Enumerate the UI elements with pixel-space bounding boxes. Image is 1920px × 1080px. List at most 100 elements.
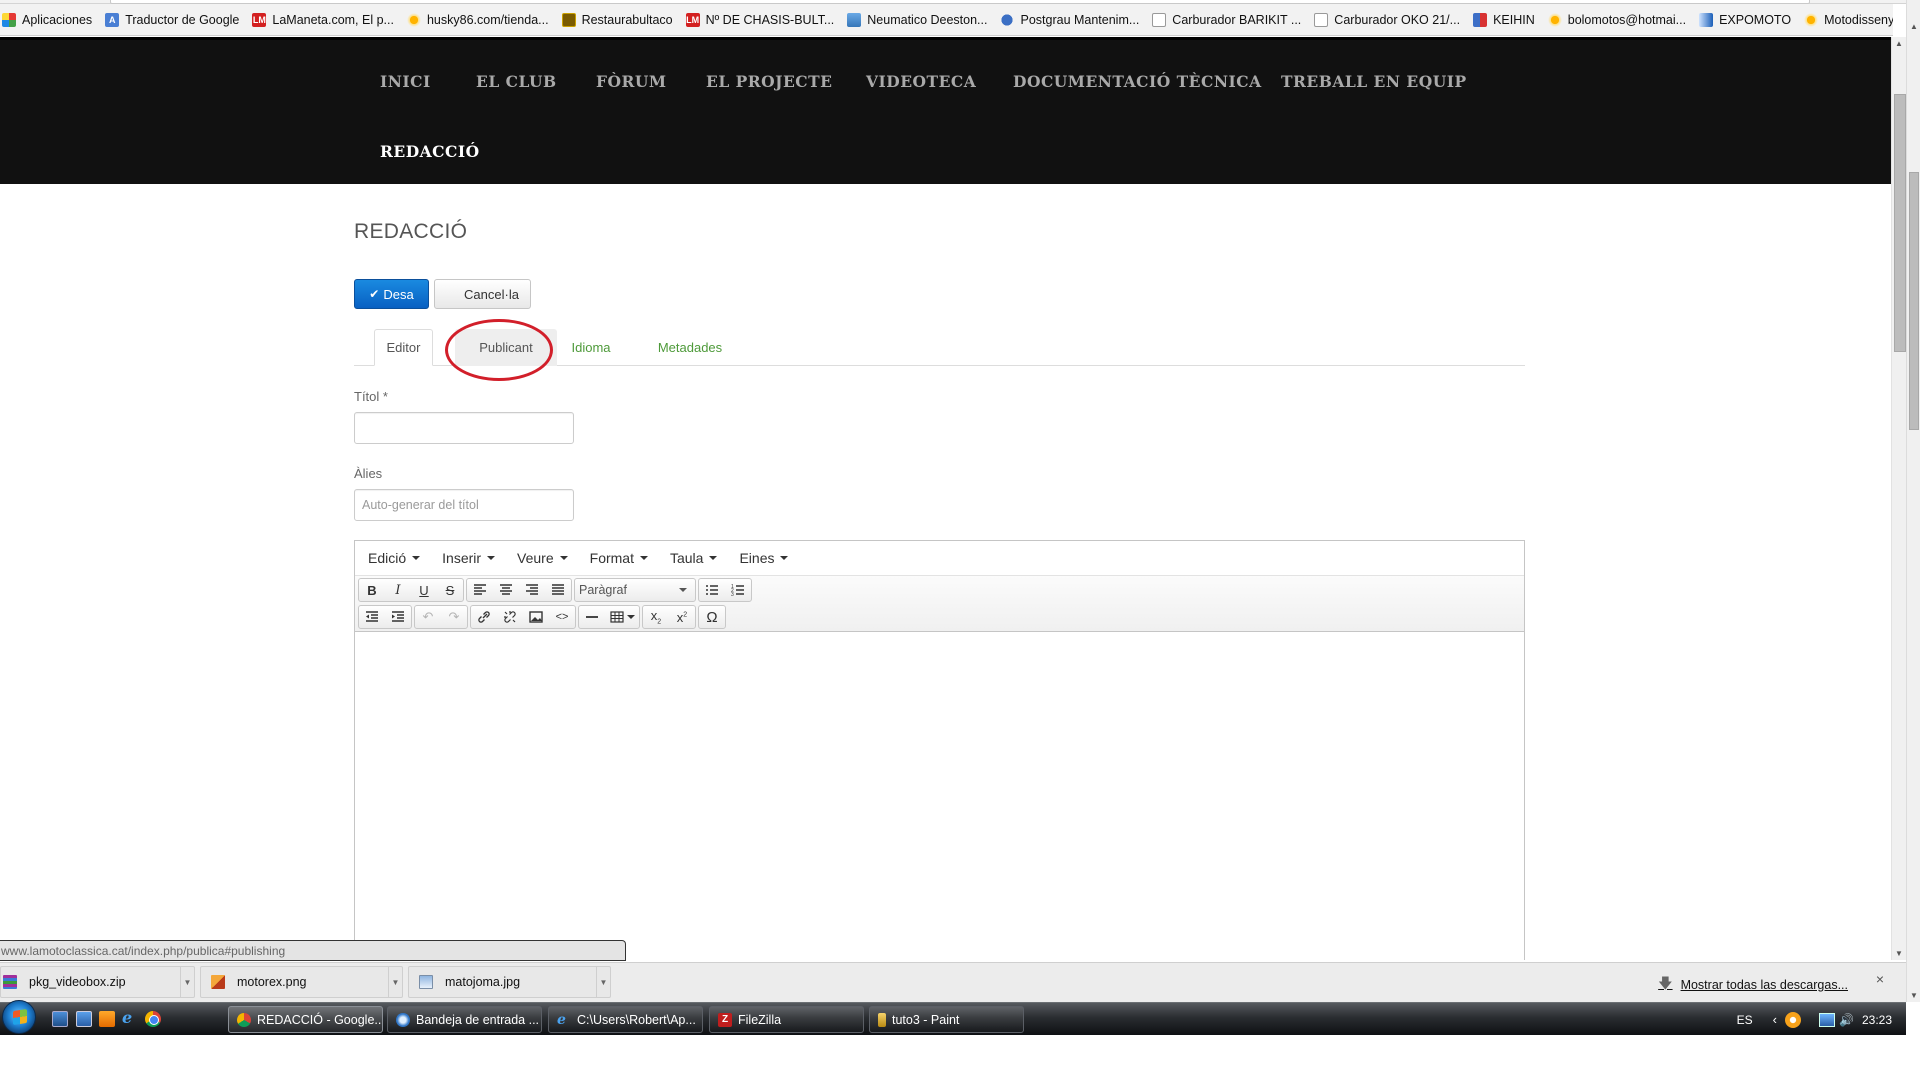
download-menu-arrow-icon[interactable]: ▼ [388, 967, 402, 997]
scroll-down-arrow-icon[interactable]: ▼ [1895, 949, 1903, 958]
strikethrough-button[interactable]: S [437, 579, 463, 601]
redo-button[interactable]: ↷ [441, 606, 467, 628]
align-center-button[interactable] [493, 579, 519, 601]
table-button[interactable] [605, 606, 639, 628]
show-desktop-icon[interactable] [52, 1011, 68, 1027]
download-menu-arrow-icon[interactable]: ▼ [180, 967, 194, 997]
tab-idioma[interactable]: Idioma [560, 329, 622, 366]
nav-item-el-projecte[interactable]: EL PROJECTE [706, 72, 832, 91]
media-player-icon[interactable] [99, 1011, 115, 1027]
numbered-list-button[interactable]: 123 [725, 579, 751, 601]
horizontal-rule-button[interactable] [579, 606, 605, 628]
nav-item-redaccio[interactable]: REDACCIÓ [380, 142, 480, 161]
nav-item-documentacio-tecnica[interactable]: DOCUMENTACIÓ TÈCNICA [1013, 72, 1262, 91]
show-hidden-icons-chevron-icon[interactable]: ‹ [1773, 1012, 1777, 1027]
bookmark-chasis[interactable]: LM Nº DE CHASIS-BULT... [685, 12, 834, 27]
chrome-icon[interactable] [145, 1011, 161, 1027]
tab-editor[interactable]: Editor [374, 329, 433, 366]
taskbar-task-explorer[interactable]: e C:\Users\Robert\Ap... [548, 1006, 703, 1033]
download-item[interactable]: matojoma.jpg ▼ [408, 966, 611, 998]
subscript-button[interactable]: x2 [643, 606, 669, 628]
scroll-up-arrow-icon[interactable]: ▲ [1910, 22, 1918, 31]
filezilla-icon: Z [718, 1012, 732, 1027]
nav-item-treball-en-equip[interactable]: TREBALL EN EQUIP [1281, 72, 1467, 91]
bookmark-motodisseny[interactable]: Motodisseny Cambr... [1804, 12, 1893, 27]
menu-edicio[interactable]: Edició [368, 550, 421, 566]
menu-taula[interactable]: Taula [670, 550, 718, 566]
align-right-button[interactable] [519, 579, 545, 601]
indent-button[interactable] [385, 606, 411, 628]
cancel-button[interactable]: Cancel·la [434, 279, 531, 309]
special-character-button[interactable]: Ω [699, 606, 725, 628]
menu-inserir[interactable]: Inserir [442, 550, 496, 566]
tray-app-icon[interactable] [1785, 1011, 1802, 1028]
scroll-down-arrow-icon[interactable]: ▼ [1910, 991, 1918, 1000]
outer-scrollbar[interactable]: ▲ ▼ [1906, 0, 1920, 1002]
taskbar-task-filezilla[interactable]: Z FileZilla [709, 1006, 864, 1033]
bookmark-aplicaciones[interactable]: Aplicaciones [2, 12, 92, 27]
taskbar-task-paint[interactable]: tuto3 - Paint [869, 1006, 1024, 1033]
volume-icon[interactable]: 🔊 [1839, 1013, 1854, 1027]
nav-item-forum[interactable]: FÒRUM [596, 72, 667, 91]
start-button[interactable] [2, 1000, 36, 1034]
download-item[interactable]: pkg_videobox.zip ▼ [0, 966, 195, 998]
alias-input[interactable] [354, 489, 574, 521]
bookmark-lamaneta[interactable]: LM LaManeta.com, El p... [252, 12, 394, 27]
undo-icon: ↶ [422, 609, 434, 624]
nav-item-el-club[interactable]: EL CLUB [476, 72, 557, 91]
page-scrollbar-thumb[interactable] [1894, 94, 1906, 352]
image-button[interactable] [523, 606, 549, 628]
bookmark-restaurabultaco[interactable]: Restaurabultaco [561, 12, 673, 27]
link-button[interactable] [471, 606, 497, 628]
align-left-button[interactable] [467, 579, 493, 601]
bookmark-postgrau[interactable]: Postgrau Mantenim... [1000, 12, 1139, 27]
menu-veure[interactable]: Veure [517, 550, 568, 566]
download-menu-arrow-icon[interactable]: ▼ [596, 967, 610, 997]
taskbar-task-mail[interactable]: Bandeja de entrada ... [387, 1006, 542, 1033]
bookmark-barikit[interactable]: Carburador BARIKIT ... [1152, 12, 1301, 27]
internet-explorer-icon[interactable]: e [122, 1008, 138, 1027]
nav-item-videoteca[interactable]: VIDEOTECA [866, 72, 976, 91]
taskbar-task-chrome[interactable]: REDACCIÓ - Google... [228, 1006, 383, 1033]
bookmark-keihin[interactable]: KEIHIN [1473, 12, 1535, 27]
outdent-button[interactable] [359, 606, 385, 628]
numbered-list-icon: 123 [731, 584, 744, 597]
bookmark-bolomotos[interactable]: bolomotos@hotmai... [1547, 12, 1686, 27]
menu-format[interactable]: Format [590, 550, 648, 566]
bookmark-expomoto[interactable]: EXPOMOTO [1699, 12, 1791, 27]
tab-metadades[interactable]: Metadades [646, 329, 734, 366]
clock[interactable]: 23:23 [1862, 1013, 1892, 1027]
editor-content-area[interactable] [355, 632, 1524, 961]
superscript-button[interactable]: x2 [669, 606, 695, 628]
code-button[interactable]: <> [549, 606, 575, 628]
scroll-up-arrow-icon[interactable]: ▲ [1895, 39, 1903, 48]
menu-eines[interactable]: Eines [739, 550, 789, 566]
undo-button[interactable]: ↶ [415, 606, 441, 628]
nav-item-inici[interactable]: INICI [380, 72, 431, 91]
bookmark-neumatico[interactable]: Neumatico Deeston... [847, 12, 987, 27]
translate-icon: A [105, 12, 120, 27]
bookmark-husky86[interactable]: husky86.com/tienda... [406, 12, 549, 27]
close-icon[interactable]: × [1876, 971, 1884, 987]
outer-scrollbar-thumb[interactable] [1909, 172, 1919, 430]
underline-button[interactable]: U [411, 579, 437, 601]
task-label: Bandeja de entrada ... [416, 1012, 540, 1027]
align-justify-button[interactable] [545, 579, 571, 601]
network-icon[interactable] [1819, 1012, 1836, 1027]
bookmark-oko[interactable]: Carburador OKO 21/... [1314, 12, 1460, 27]
format-select[interactable]: Paràgraf [575, 579, 695, 601]
page-scrollbar[interactable]: ▲ ▼ [1891, 37, 1906, 960]
language-indicator[interactable]: ES [1737, 1013, 1753, 1027]
bookmark-label: Traductor de Google [125, 12, 240, 27]
unlink-button[interactable] [497, 606, 523, 628]
title-input[interactable] [354, 412, 574, 444]
bullet-list-button[interactable] [699, 579, 725, 601]
tab-publicant[interactable]: Publicant [455, 329, 557, 366]
show-all-downloads-link[interactable]: 🡇 Mostrar todas las descargas... [1658, 973, 1848, 997]
switch-windows-icon[interactable] [76, 1011, 92, 1027]
italic-button[interactable]: I [385, 579, 411, 601]
bookmark-traductor[interactable]: A Traductor de Google [105, 12, 240, 27]
save-button[interactable]: ✔ Desa [354, 279, 429, 309]
bold-button[interactable]: B [359, 579, 385, 601]
download-item[interactable]: motorex.png ▼ [200, 966, 403, 998]
